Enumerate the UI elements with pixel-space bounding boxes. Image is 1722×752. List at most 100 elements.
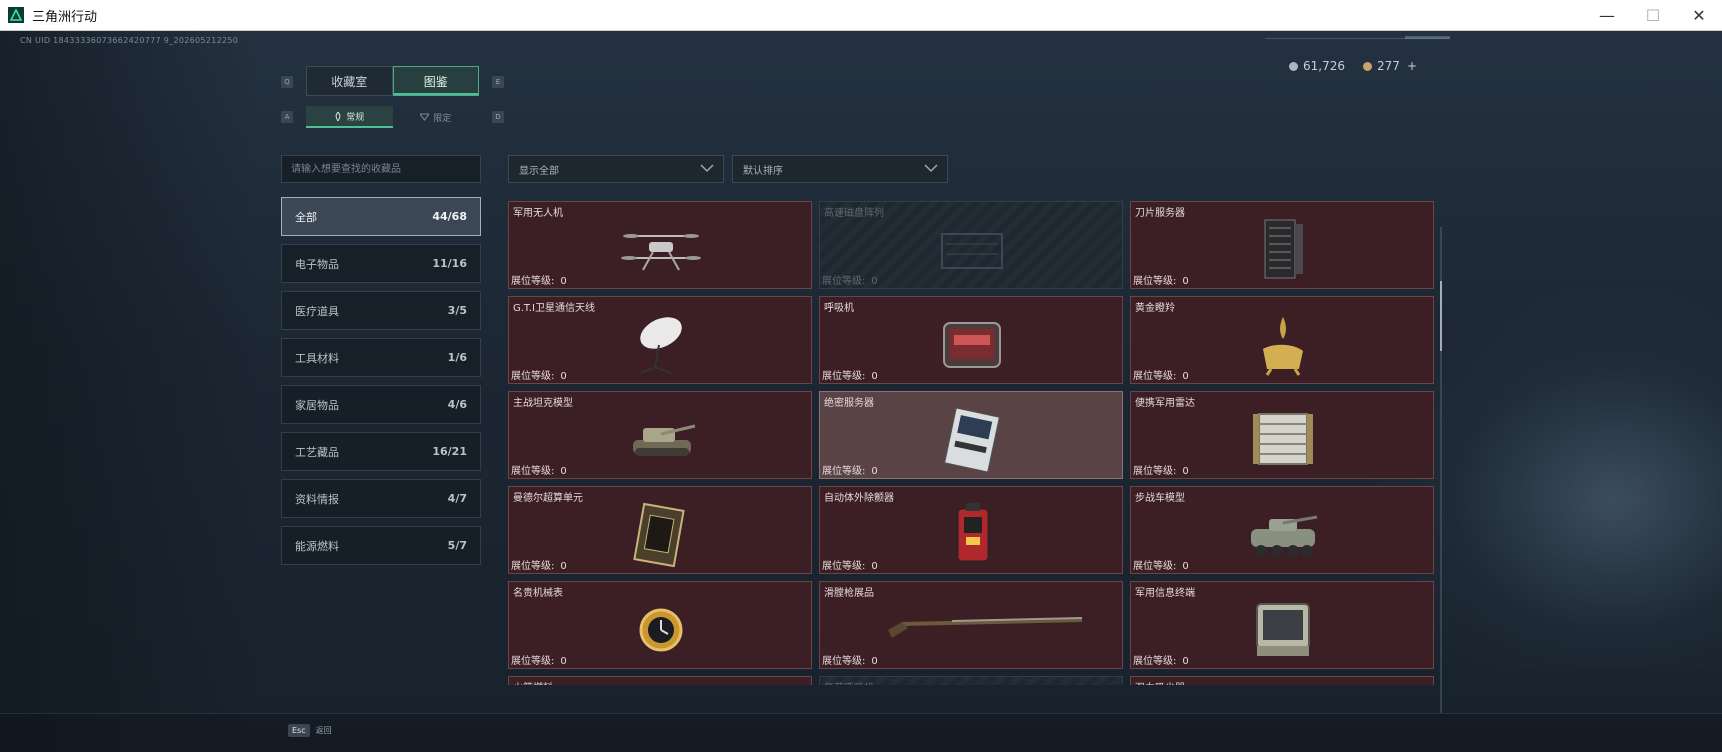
category-item[interactable]: 能源燃料 5/7 (281, 526, 481, 565)
level-label: 展位等级: (822, 276, 866, 287)
item-card[interactable]: 黄金瞪羚 展位等级: 0 (1130, 296, 1434, 384)
item-card[interactable]: 刀片服务器 展位等级: 0 (1130, 201, 1434, 289)
category-item[interactable]: 工具材料 1/6 (281, 338, 481, 377)
item-card[interactable]: 名贵机械表展位等级: 0 (508, 581, 812, 669)
level-value: 0 (871, 656, 878, 667)
level-value: 0 (560, 276, 567, 287)
subtab-regular[interactable]: 常规 (306, 106, 393, 128)
level-label: 展位等级: (511, 276, 555, 287)
add-currency-button[interactable]: + (1407, 59, 1417, 73)
level-value: 0 (1182, 466, 1189, 477)
category-count: 4/6 (447, 398, 467, 411)
level-value: 0 (871, 276, 878, 287)
item-card[interactable]: 便携军用雷达 展位等级: 0 (1130, 391, 1434, 479)
item-card[interactable]: 火箭燃料展位等级: (508, 676, 812, 685)
tank-model-icon (633, 424, 696, 456)
main-tabs: 收藏室 图鉴 (306, 66, 479, 96)
item-level: 展位等级: 0 (511, 557, 567, 572)
item-card[interactable]: 复苏呼吸机展位等级: (819, 676, 1123, 685)
search-input[interactable] (281, 155, 481, 183)
category-item[interactable]: 家居物品 4/6 (281, 385, 481, 424)
level-label: 展位等级: (511, 656, 555, 667)
item-level: 展位等级: 0 (822, 652, 878, 667)
item-name: 滑膛枪展品 (824, 588, 874, 599)
item-name: 复苏呼吸机 (824, 679, 874, 685)
item-card[interactable]: G.T.I卫星通信天线 展位等级: 0 (508, 296, 812, 384)
grid-scroll-thumb[interactable] (1440, 281, 1442, 351)
item-level: 展位等级: 0 (1133, 557, 1189, 572)
category-item[interactable]: 医疗道具 3/5 (281, 291, 481, 330)
item-card[interactable]: 高速磁盘阵列 展位等级: 0 (819, 201, 1123, 289)
item-card[interactable]: 军用信息终端 展位等级: 0 (1130, 581, 1434, 669)
category-label: 工艺藏品 (295, 445, 339, 459)
item-name: 强力吸尘器 (1135, 679, 1185, 685)
back-button[interactable]: Esc 返回 (288, 724, 332, 737)
tab-next-key: E (492, 76, 504, 88)
gold-currency[interactable]: 277 + (1363, 59, 1417, 73)
silver-currency: 61,726 (1289, 59, 1345, 73)
top-decoration-bar (1405, 36, 1450, 39)
level-value: 0 (560, 561, 567, 572)
item-name: 自动体外除颤器 (824, 493, 894, 504)
tab-collection-room[interactable]: 收藏室 (306, 66, 393, 96)
item-card[interactable]: 滑膛枪展品展位等级: 0 (819, 581, 1123, 669)
item-name: 绝密服务器 (824, 398, 874, 409)
category-item[interactable]: 电子物品 11/16 (281, 244, 481, 283)
level-label: 展位等级: (1133, 276, 1177, 287)
close-button[interactable]: ✕ (1676, 0, 1722, 31)
esc-key-icon: Esc (288, 724, 310, 737)
category-item[interactable]: 工艺藏品 16/21 (281, 432, 481, 471)
subtab-regular-label: 常规 (346, 112, 365, 123)
category-item[interactable]: 资料情报 4/7 (281, 479, 481, 518)
blade-server-icon (1264, 219, 1303, 279)
drone-icon (621, 234, 701, 271)
category-item[interactable]: 全部 44/68 (281, 197, 481, 236)
gold-gazelle-icon (1263, 317, 1303, 376)
minimize-button[interactable]: — (1584, 0, 1630, 31)
item-card[interactable]: 绝密服务器 展位等级: 0 (819, 391, 1123, 479)
radar-icon (1253, 413, 1313, 465)
item-card[interactable]: 自动体外除颤器展位等级: 0 (819, 486, 1123, 574)
subtab-next-key: D (492, 111, 504, 123)
item-level: 展位等级: 0 (1133, 272, 1189, 287)
secret-server-icon (944, 407, 1000, 473)
item-level: 展位等级: 0 (511, 272, 567, 287)
item-card[interactable]: 强力吸尘器展位等级: (1130, 676, 1434, 685)
item-card[interactable]: 军用无人机 展位等级: 0 (508, 201, 812, 289)
item-level: 展位等级: 0 (511, 652, 567, 667)
item-level: 展位等级: 0 (822, 367, 878, 382)
window-titlebar: 三角洲行动 — ☐ ✕ (0, 0, 1722, 31)
background-shade (0, 31, 260, 752)
display-filter-dropdown[interactable]: 显示全部 (508, 155, 724, 183)
category-count: 3/5 (447, 304, 467, 317)
level-label: 展位等级: (511, 371, 555, 382)
level-label: 展位等级: (511, 466, 555, 477)
maximize-button[interactable]: ☐ (1630, 0, 1676, 31)
display-filter-value: 显示全部 (519, 165, 559, 177)
item-name: 名贵机械表 (513, 588, 563, 599)
item-name: 主战坦克模型 (513, 398, 573, 409)
category-count: 1/6 (447, 351, 467, 364)
item-level: 展位等级: 0 (822, 557, 878, 572)
item-name: 火箭燃料 (513, 679, 553, 685)
level-value: 0 (1182, 656, 1189, 667)
item-card[interactable]: 步战车模型 展位等级: 0 (1130, 486, 1434, 574)
item-level: 展位等级: 0 (1133, 462, 1189, 477)
satellite-dish-icon (640, 317, 682, 374)
level-value: 0 (560, 371, 567, 382)
compute-unit-icon (633, 502, 685, 568)
level-label: 展位等级: (1133, 656, 1177, 667)
musket-icon (888, 617, 1083, 638)
item-card[interactable]: 呼吸机 展位等级: 0 (819, 296, 1123, 384)
level-label: 展位等级: (822, 371, 866, 382)
category-count: 4/7 (447, 492, 467, 505)
level-label: 展位等级: (1133, 561, 1177, 572)
level-value: 0 (1182, 371, 1189, 382)
tab-catalog[interactable]: 图鉴 (392, 66, 479, 96)
item-grid: 军用无人机 展位等级: 0 高速磁盘阵列 展位等级: 0 刀片服务器 展位等级: 0 G.T.I卫… (508, 201, 1434, 685)
subtab-prev-key: A (281, 111, 293, 123)
item-card[interactable]: 曼德尔超算单元 展位等级: 0 (508, 486, 812, 574)
item-card[interactable]: 主战坦克模型 展位等级: 0 (508, 391, 812, 479)
subtab-limited[interactable]: 限定 (393, 106, 480, 128)
sort-dropdown[interactable]: 默认排序 (732, 155, 948, 183)
